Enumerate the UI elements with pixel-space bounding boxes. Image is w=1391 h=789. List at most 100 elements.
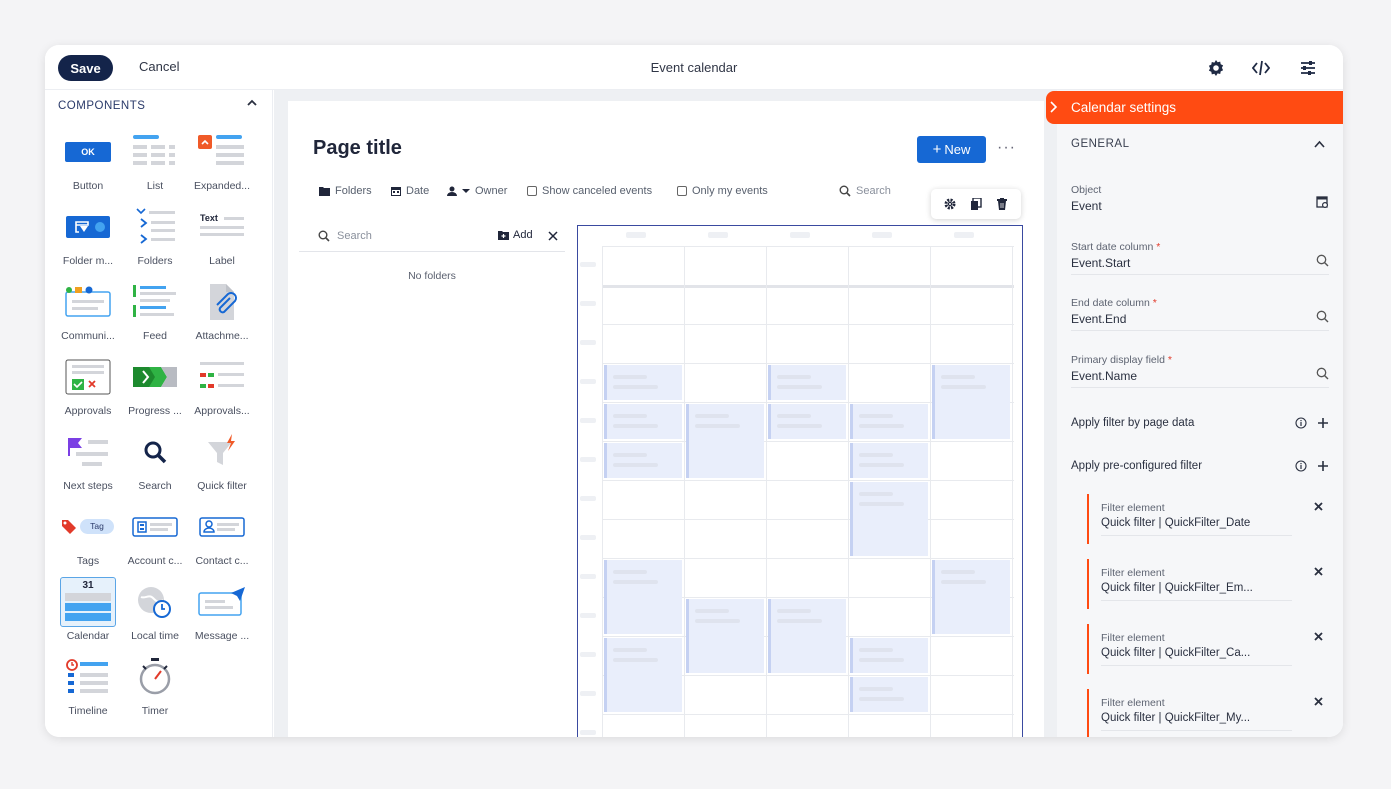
only-my-events-checkbox[interactable]: Only my events <box>677 185 768 197</box>
filter-element[interactable]: Filter element Quick filter | QuickFilte… <box>1087 624 1329 674</box>
filter-element-value: Quick filter | QuickFilter_Em... <box>1101 582 1292 601</box>
search-icon[interactable] <box>1316 254 1329 267</box>
checkbox-box[interactable] <box>677 186 687 196</box>
calendar-event[interactable] <box>932 365 1010 439</box>
close-icon[interactable] <box>1314 502 1323 511</box>
info-icon[interactable] <box>1295 460 1307 472</box>
filter-date[interactable]: Date <box>391 185 429 197</box>
start-date-value: Event.Start <box>1071 256 1131 270</box>
calendar-event[interactable] <box>850 677 928 712</box>
chevron-right-icon[interactable] <box>1050 101 1058 113</box>
new-button[interactable]: + New <box>917 136 986 163</box>
component-quick-filter[interactable]: Quick filter <box>189 427 255 495</box>
filter-folders[interactable]: Folders <box>319 185 372 197</box>
calendar-event[interactable] <box>768 404 846 439</box>
calendar-event[interactable] <box>932 560 1010 634</box>
calendar-event[interactable] <box>850 482 928 556</box>
component-label: Timeline <box>68 705 108 717</box>
object-picker-icon[interactable] <box>1316 196 1329 209</box>
calendar-event[interactable] <box>604 365 682 400</box>
code-icon[interactable] <box>1250 57 1272 79</box>
component-button[interactable]: OK Button <box>55 127 121 195</box>
component-tags[interactable]: Tag Tags <box>55 502 121 570</box>
calendar-event[interactable] <box>604 443 682 478</box>
component-search[interactable]: Search <box>122 427 188 495</box>
component-calendar[interactable]: 31 Calendar <box>55 577 121 645</box>
more-options-icon[interactable]: ··· <box>997 139 1016 157</box>
checkbox-box[interactable] <box>527 186 537 196</box>
component-label: Expanded... <box>193 180 251 192</box>
component-timeline[interactable]: Timeline <box>55 652 121 720</box>
settings-sliders-icon[interactable] <box>1297 57 1319 79</box>
add-icon[interactable] <box>1317 417 1329 429</box>
calendar-event[interactable] <box>604 404 682 439</box>
chevron-up-icon[interactable] <box>1314 140 1325 148</box>
component-next-steps[interactable]: Next steps <box>55 427 121 495</box>
calendar-gridline <box>848 246 849 737</box>
message-composer-icon <box>194 577 250 627</box>
start-date-field[interactable]: Start date column * Event.Start <box>1071 241 1329 275</box>
close-icon[interactable] <box>1314 697 1323 706</box>
info-icon[interactable] <box>1295 417 1307 429</box>
filter-element-label: Filter element <box>1101 502 1165 514</box>
calendar-event[interactable] <box>850 443 928 478</box>
filter-owner[interactable]: Owner <box>447 185 507 197</box>
show-canceled-checkbox[interactable]: Show canceled events <box>527 185 652 197</box>
end-date-field[interactable]: End date column * Event.End <box>1071 297 1329 331</box>
object-field[interactable]: Object Event <box>1071 184 1329 218</box>
calendar-event[interactable] <box>850 404 928 439</box>
calendar-preview[interactable] <box>577 225 1023 737</box>
component-feed[interactable]: Feed <box>122 277 188 345</box>
settings-title: Calendar settings <box>1071 100 1177 115</box>
component-account-compact[interactable]: Account c... <box>122 502 188 570</box>
component-message-composer[interactable]: Message ... <box>189 577 255 645</box>
components-header[interactable]: COMPONENTS <box>58 96 258 114</box>
filter-element[interactable]: Filter element Quick filter | QuickFilte… <box>1087 494 1329 544</box>
app-window: Save Cancel Event calendar COMPONENTS OK <box>45 45 1343 737</box>
folder-search-input[interactable]: Search <box>337 230 372 242</box>
calendar-event[interactable] <box>686 599 764 673</box>
calendar-event[interactable] <box>604 560 682 634</box>
search-icon[interactable] <box>1316 367 1329 380</box>
component-attachment[interactable]: Attachme... <box>189 277 255 345</box>
calendar-event[interactable] <box>768 599 846 673</box>
component-folders[interactable]: Folders <box>122 202 188 270</box>
component-approvals[interactable]: Approvals <box>55 352 121 420</box>
add-icon[interactable] <box>1317 460 1329 472</box>
close-icon[interactable] <box>1314 632 1323 641</box>
quick-filter-icon <box>194 427 250 477</box>
search-icon[interactable] <box>1316 310 1329 323</box>
component-list[interactable]: List <box>122 127 188 195</box>
close-icon[interactable] <box>1314 567 1323 576</box>
filter-element-value: Quick filter | QuickFilter_Date <box>1101 517 1292 536</box>
calendar-event[interactable] <box>768 365 846 400</box>
gear-code-icon[interactable] <box>1205 57 1227 79</box>
calendar-event[interactable] <box>604 638 682 712</box>
filter-element[interactable]: Filter element Quick filter | QuickFilte… <box>1087 689 1329 737</box>
component-label[interactable]: Text Label <box>189 202 255 270</box>
component-approvals-list[interactable]: Approvals... <box>189 352 255 420</box>
trash-icon <box>997 198 1007 210</box>
primary-display-field[interactable]: Primary display field * Event.Name <box>1071 354 1329 388</box>
component-folder-manager[interactable]: Folder m... <box>55 202 121 270</box>
component-progress-bar[interactable]: Progress ... <box>122 352 188 420</box>
page-heading[interactable]: Page title <box>313 137 402 160</box>
add-folder-button[interactable]: Add <box>498 229 533 241</box>
general-section-heading[interactable]: GENERAL <box>1071 138 1129 150</box>
calendar-event[interactable] <box>850 638 928 673</box>
calendar-search[interactable]: Search <box>839 185 891 197</box>
calendar-icon: 31 <box>60 577 116 627</box>
only-my-events-label: Only my events <box>692 185 768 197</box>
settings-header[interactable]: Calendar settings <box>1046 91 1343 124</box>
component-expanded-list[interactable]: Expanded... <box>189 127 255 195</box>
component-contact-compact[interactable]: Contact c... <box>189 502 255 570</box>
calendar-gridline <box>602 246 1014 247</box>
component-local-time[interactable]: Local time <box>122 577 188 645</box>
calendar-event[interactable] <box>686 404 764 478</box>
filter-element[interactable]: Filter element Quick filter | QuickFilte… <box>1087 559 1329 609</box>
component-communication[interactable]: Communi... <box>55 277 121 345</box>
component-timer[interactable]: Timer <box>122 652 188 720</box>
close-icon[interactable] <box>548 231 558 241</box>
chevron-up-icon[interactable] <box>246 96 258 114</box>
component-label: Account c... <box>127 555 183 567</box>
